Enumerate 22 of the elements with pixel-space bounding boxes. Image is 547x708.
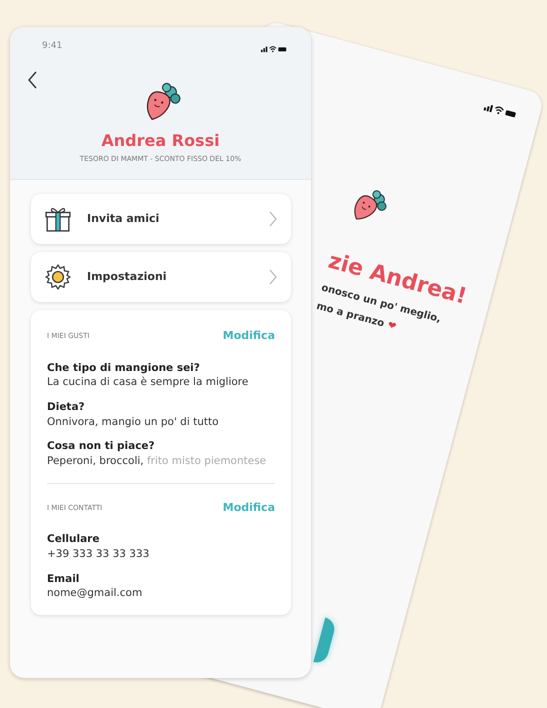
field-value: nome@gmail.com <box>47 586 144 601</box>
field-label: Email <box>47 572 80 586</box>
field-label: Che tipo di mangione sei? <box>47 360 201 376</box>
profile-name: Andrea Rossi <box>100 131 221 150</box>
field-label: Dieta? <box>47 400 86 415</box>
field-value: Onnivora, mangio un po' di tutto <box>47 414 220 430</box>
chevron-icon <box>269 211 277 227</box>
status-icons <box>261 45 287 53</box>
gear-icon <box>45 264 71 290</box>
menu-label: Impostazioni <box>87 268 168 285</box>
menu-label: Invita amici <box>87 210 160 227</box>
status-time: 9:41 <box>42 40 62 52</box>
chevron-icon <box>269 269 277 285</box>
field-value: Peperoni, broccoli, frito misto piemontese <box>47 454 268 469</box>
back-icon <box>28 70 38 89</box>
menu-item[interactable]: Impostazioni <box>31 252 291 302</box>
field-value: +39 333 33 33 333 <box>47 546 150 562</box>
field-label: Cosa non ti piace? <box>47 439 156 454</box>
gift-icon <box>45 206 71 232</box>
field-value: La cucina di casa è sempre la migliore <box>47 375 250 390</box>
menu-item[interactable]: Invita amici <box>31 194 291 244</box>
field-label: Cellulare <box>47 532 100 547</box>
